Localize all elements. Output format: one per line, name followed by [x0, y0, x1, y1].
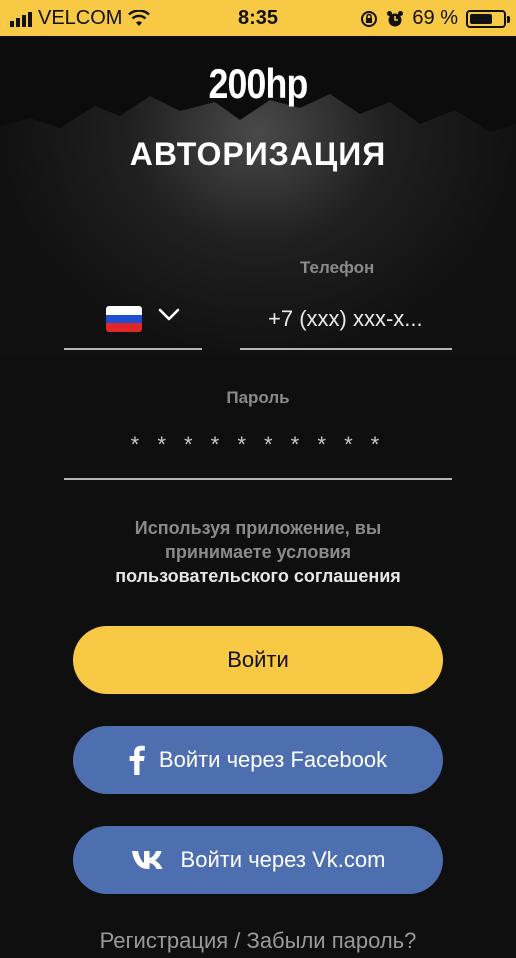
- terms-line-2: принимаете условия: [165, 542, 351, 562]
- battery-icon: [466, 9, 510, 28]
- phone-label: Телефон: [300, 258, 375, 277]
- status-right: 69 %: [360, 7, 510, 30]
- vk-button-label: Войти через Vk.com: [180, 847, 386, 872]
- app-logo: 200hp: [208, 60, 309, 107]
- password-underline: [64, 478, 452, 480]
- facebook-button-label: Войти через Facebook: [158, 747, 388, 772]
- status-bar: VELCOM 8:35 69 %: [0, 0, 516, 36]
- login-button-label: Войти: [227, 647, 289, 672]
- chevron-down-icon[interactable]: [158, 308, 180, 322]
- terms-link[interactable]: пользовательского соглашения: [40, 564, 476, 588]
- battery-percent: 69 %: [412, 7, 458, 29]
- ru-flag-icon: [106, 306, 142, 332]
- vk-icon: [131, 849, 167, 871]
- page-title: АВТОРИЗАЦИЯ: [129, 136, 387, 172]
- alarm-icon: [387, 10, 404, 26]
- terms-text: Используя приложение, вы принимаете усло…: [40, 516, 476, 588]
- battery-level: [470, 13, 492, 24]
- password-input[interactable]: * * * * * * * * * *: [0, 432, 516, 458]
- vk-login-button[interactable]: Войти через Vk.com: [73, 826, 443, 894]
- orientation-lock-icon: [361, 10, 378, 27]
- facebook-icon: [129, 745, 145, 775]
- register-forgot-links[interactable]: Регистрация / Забыли пароль?: [0, 928, 516, 954]
- phone-underline: [240, 348, 452, 350]
- facebook-login-button[interactable]: Войти через Facebook: [73, 726, 443, 794]
- login-button[interactable]: Войти: [73, 626, 443, 694]
- phone-input[interactable]: +7 (xxx) xxx-x...: [268, 306, 452, 332]
- password-label: Пароль: [226, 388, 290, 407]
- terms-line-1: Используя приложение, вы: [134, 518, 382, 538]
- country-underline: [64, 348, 202, 350]
